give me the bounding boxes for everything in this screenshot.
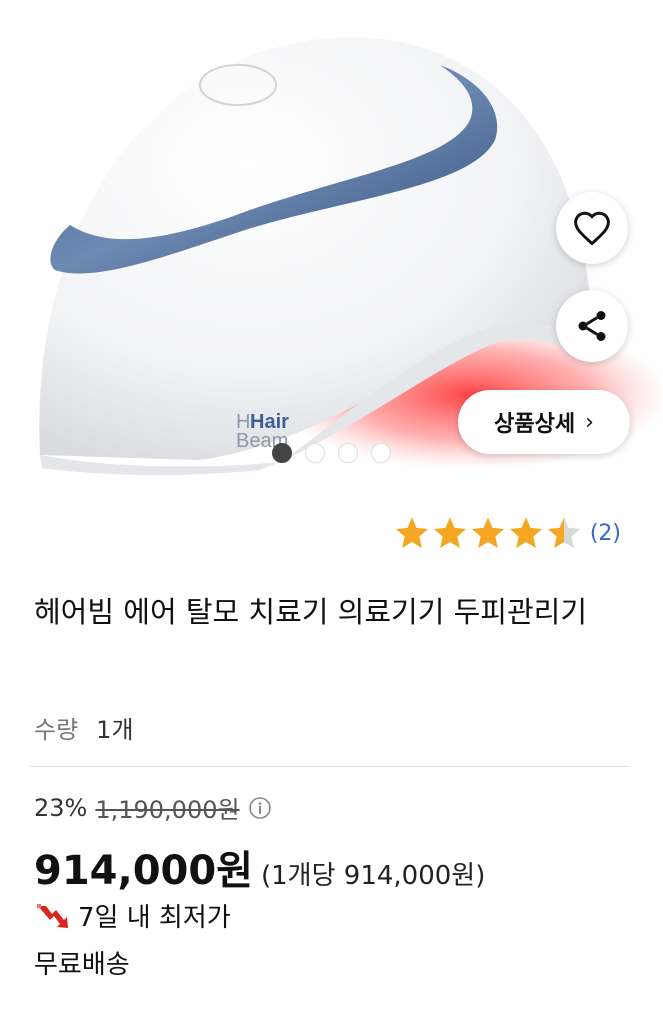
product-image-carousel[interactable]: H Hair Beam 상품상세 › [0, 0, 663, 482]
share-icon [578, 311, 606, 341]
price-row: 914,000원 (1개당 914,000원) [34, 838, 485, 896]
product-detail-label: 상품상세 [494, 412, 576, 437]
star-icon [395, 517, 428, 548]
carousel-dot[interactable] [305, 443, 325, 463]
star-icon [433, 517, 466, 548]
star-icon [547, 517, 580, 548]
rating[interactable]: (2) [394, 515, 621, 551]
discount-rate: 23% [34, 793, 88, 822]
final-price: 914,000원 [34, 838, 253, 896]
final-price-value: 914,000 [34, 848, 217, 894]
quantity-value: 1개 [96, 716, 134, 744]
original-price-row: 23% 1,190,000원 [34, 790, 272, 825]
original-price: 1,190,000원 [95, 796, 240, 824]
divider [30, 766, 630, 767]
lowest-price-text: 7일 내 최저가 [78, 903, 231, 933]
final-price-currency: 원 [216, 848, 253, 894]
shipping-info: 무료배송 [34, 950, 130, 980]
quantity-label: 수량 [34, 716, 79, 744]
lowest-price-badge: 7일 내 최저가 [36, 897, 231, 934]
wishlist-button[interactable] [556, 192, 628, 264]
product-title: 헤어빔 에어 탈모 치료기 의료기기 두피관리기 [34, 595, 588, 629]
review-count[interactable]: (2) [590, 521, 621, 546]
carousel-dot[interactable] [338, 443, 358, 463]
product-detail-button[interactable]: 상품상세 › [458, 390, 630, 454]
share-button[interactable] [556, 290, 628, 362]
quantity-row: 수량 1개 [34, 710, 134, 745]
unit-price: (1개당 914,000원) [261, 861, 486, 891]
star-icon [509, 517, 542, 548]
chevron-right-icon: › [585, 409, 594, 435]
carousel-dot[interactable] [272, 443, 292, 463]
arrow-down-icon [37, 903, 68, 928]
star-rating [394, 515, 582, 551]
star-icon [471, 517, 504, 548]
info-icon[interactable] [248, 796, 272, 820]
carousel-dot[interactable] [371, 443, 391, 463]
carousel-indicator [272, 443, 391, 463]
heart-icon [574, 211, 610, 246]
